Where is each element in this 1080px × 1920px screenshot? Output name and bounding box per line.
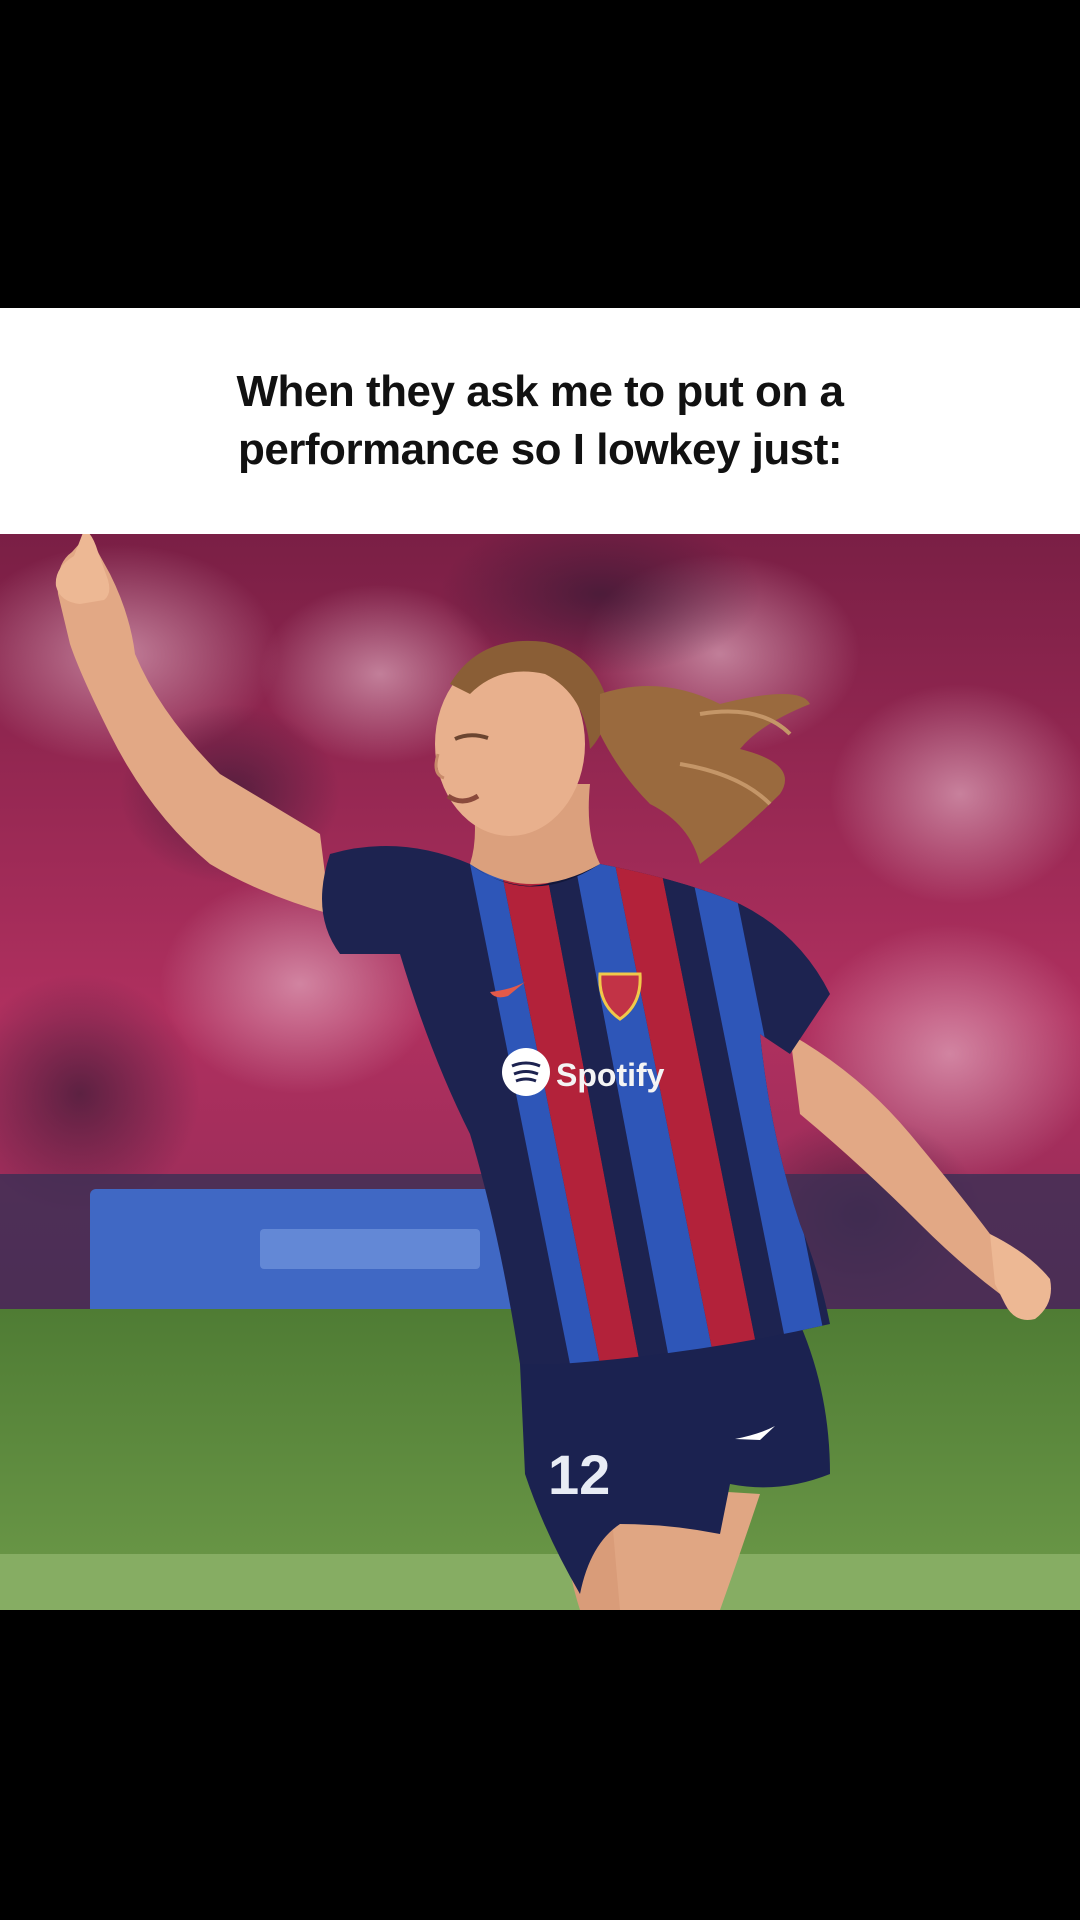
meme-photo: 12 Spotify: [0, 534, 1080, 1610]
shorts-number: 12: [548, 1443, 610, 1506]
shirt-sponsor: Spotify: [556, 1057, 665, 1093]
bottom-letterbox: [0, 1610, 1080, 1920]
caption-panel: When they ask me to put on a performance…: [0, 308, 1080, 534]
meme-caption: When they ask me to put on a performance…: [236, 367, 844, 474]
top-letterbox: [0, 0, 1080, 308]
footballer-celebration-illustration: 12 Spotify: [0, 534, 1080, 1610]
